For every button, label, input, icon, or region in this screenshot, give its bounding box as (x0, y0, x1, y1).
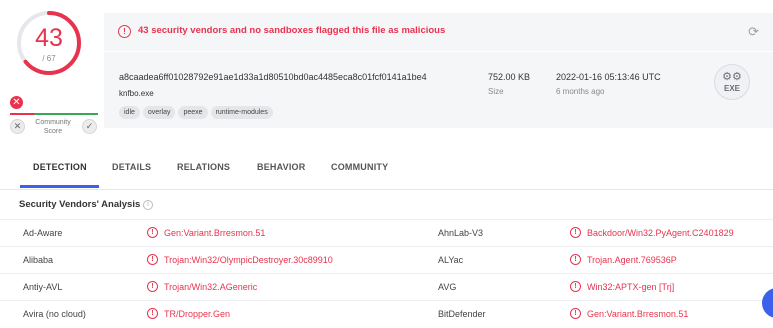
file-size-value: 752.00 KB (488, 72, 531, 82)
detection-result: Gen:Variant.Brresmon.51 (164, 228, 266, 238)
gears-icon: ⚙⚙ (722, 71, 742, 83)
alert-circle-icon: ! (570, 254, 581, 265)
active-tab-indicator (20, 185, 99, 188)
vendor-name: AhnLab-V3 (438, 228, 484, 238)
alert-circle-icon: ! (147, 281, 158, 292)
tab-relations[interactable]: RELATIONS (177, 162, 230, 172)
banner-message: 43 security vendors and no sandboxes fla… (138, 25, 446, 36)
vendor-name: Ad-Aware (23, 228, 63, 238)
refresh-icon[interactable]: ⟳ (748, 24, 759, 40)
file-tag[interactable]: peexe (178, 106, 208, 119)
file-tag[interactable]: runtime-modules (210, 106, 273, 119)
vendor-name: Alibaba (23, 255, 54, 265)
alert-circle-icon: ! (147, 254, 158, 265)
file-tag[interactable]: overlay (142, 106, 176, 119)
vendor-name: AVG (438, 282, 457, 292)
detection-result: Backdoor/Win32.PyAgent.C2401829 (587, 228, 734, 238)
section-title: Security Vendors' Analysis (19, 199, 141, 210)
file-date-relative: 6 months ago (556, 87, 605, 96)
community-score-bar (10, 113, 98, 115)
detection-banner: ! 43 security vendors and no sandboxes f… (104, 13, 773, 51)
community-score: ✕ ✕ Community Score ✓ (6, 94, 98, 142)
info-icon[interactable]: i (143, 200, 153, 210)
file-hash[interactable]: a8caadea6ff01028792e91ae1d33a1d80510bd0a… (119, 72, 427, 82)
detection-result: Trojan:Win32/OlympicDestroyer.30c89910 (164, 255, 333, 265)
table-row: Antiy-AVL! Trojan/Win32.AGeneric AVG! Win32… (0, 273, 773, 299)
file-date-value: 2022-01-16 05:13:46 UTC (556, 72, 661, 82)
vendor-name: ALYac (438, 255, 464, 265)
alert-circle-icon: ! (570, 308, 581, 319)
tab-detection[interactable]: DETECTION (33, 162, 87, 172)
alert-circle-icon: ! (147, 308, 158, 319)
detection-result: Gen:Variant.Brresmon.51 (587, 309, 689, 319)
tab-behavior[interactable]: BEHAVIOR (257, 162, 305, 172)
close-icon: ✕ (13, 121, 22, 131)
detection-result: Win32:APTX-gen [Trj] (587, 282, 675, 292)
community-malicious-icon: ✕ (10, 96, 23, 109)
tab-details[interactable]: DETAILS (112, 162, 151, 172)
community-score-label: Community Score (35, 119, 71, 135)
file-info-panel: a8caadea6ff01028792e91ae1d33a1d80510bd0a… (104, 52, 773, 128)
detection-count: 43 (35, 24, 63, 52)
vote-harmless-button[interactable]: ✓ (82, 119, 97, 134)
vendor-name: BitDefender (438, 309, 486, 319)
file-tag[interactable]: idle (119, 106, 140, 119)
detection-result: Trojan/Win32.AGeneric (164, 282, 258, 292)
vendor-name: Avira (no cloud) (23, 309, 86, 319)
detection-result: TR/Dropper.Gen (164, 309, 231, 319)
vendor-name: Antiy-AVL (23, 282, 63, 292)
file-type-label: EXE (723, 84, 740, 93)
table-row: Avira (no cloud)! TR/Dropper.Gen BitDefend… (0, 300, 773, 326)
alert-circle-icon: ! (570, 227, 581, 238)
file-type-icon: ⚙⚙ EXE (714, 64, 750, 100)
alert-circle-icon: ! (570, 281, 581, 292)
table-row: Ad-Aware! Gen:Variant.Brresmon.51 AhnLab-V… (0, 219, 773, 245)
detection-result: Trojan.Agent.769536P (587, 255, 677, 265)
file-size-label: Size (488, 87, 504, 96)
table-row: Alibaba! Trojan:Win32/OlympicDestroyer.30… (0, 246, 773, 272)
detection-score-ring: 43 / 67 (14, 8, 84, 78)
alert-circle-icon: ! (147, 227, 158, 238)
file-name: knfbo.exe (119, 89, 154, 98)
alert-circle-icon: ! (118, 25, 131, 38)
report-tabs: DETECTION DETAILS RELATIONS BEHAVIOR COM… (0, 152, 773, 190)
vote-malicious-button[interactable]: ✕ (10, 119, 25, 134)
file-tags: idle overlay peexe runtime-modules (119, 106, 273, 119)
check-icon: ✓ (85, 121, 94, 131)
engine-total: / 67 (42, 54, 56, 63)
tab-community[interactable]: COMMUNITY (331, 162, 388, 172)
